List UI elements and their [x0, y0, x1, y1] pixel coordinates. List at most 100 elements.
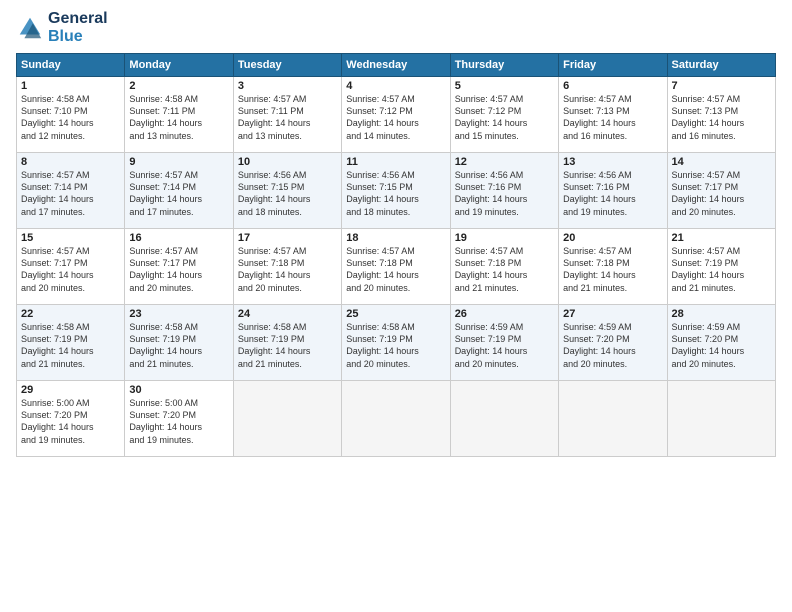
- daylight-label: Daylight: 14 hours: [455, 270, 528, 280]
- day-info: Sunrise: 4:58 AM Sunset: 7:19 PM Dayligh…: [21, 321, 120, 370]
- calendar-cell: 17 Sunrise: 4:57 AM Sunset: 7:18 PM Dayl…: [233, 229, 341, 305]
- day-info: Sunrise: 4:58 AM Sunset: 7:19 PM Dayligh…: [346, 321, 445, 370]
- sunset-label: Sunset: 7:20 PM: [563, 334, 630, 344]
- day-info: Sunrise: 4:57 AM Sunset: 7:14 PM Dayligh…: [21, 169, 120, 218]
- daylight-label: Daylight: 14 hours: [21, 422, 94, 432]
- calendar-cell: 10 Sunrise: 4:56 AM Sunset: 7:15 PM Dayl…: [233, 153, 341, 229]
- daylight-label: Daylight: 14 hours: [563, 194, 636, 204]
- daylight-minutes: and 15 minutes.: [455, 131, 519, 141]
- sunset-label: Sunset: 7:11 PM: [129, 106, 195, 116]
- col-thursday: Thursday: [450, 54, 558, 77]
- day-number: 21: [672, 232, 771, 244]
- daylight-minutes: and 20 minutes.: [129, 283, 193, 293]
- daylight-minutes: and 17 minutes.: [129, 207, 193, 217]
- daylight-minutes: and 20 minutes.: [21, 283, 85, 293]
- daylight-minutes: and 18 minutes.: [238, 207, 302, 217]
- calendar-cell: 14 Sunrise: 4:57 AM Sunset: 7:17 PM Dayl…: [667, 153, 775, 229]
- day-info: Sunrise: 4:57 AM Sunset: 7:17 PM Dayligh…: [129, 245, 228, 294]
- daylight-label: Daylight: 14 hours: [21, 346, 94, 356]
- sunset-label: Sunset: 7:10 PM: [21, 106, 88, 116]
- day-info: Sunrise: 4:58 AM Sunset: 7:10 PM Dayligh…: [21, 93, 120, 142]
- daylight-minutes: and 21 minutes.: [129, 359, 193, 369]
- daylight-minutes: and 18 minutes.: [346, 207, 410, 217]
- sunrise-label: Sunrise: 4:57 AM: [672, 246, 741, 256]
- sunset-label: Sunset: 7:16 PM: [563, 182, 630, 192]
- sunrise-label: Sunrise: 4:57 AM: [455, 94, 524, 104]
- daylight-label: Daylight: 14 hours: [346, 194, 419, 204]
- sunset-label: Sunset: 7:16 PM: [455, 182, 522, 192]
- day-info: Sunrise: 4:59 AM Sunset: 7:20 PM Dayligh…: [563, 321, 662, 370]
- day-info: Sunrise: 4:59 AM Sunset: 7:20 PM Dayligh…: [672, 321, 771, 370]
- sunrise-label: Sunrise: 4:56 AM: [346, 170, 415, 180]
- day-info: Sunrise: 5:00 AM Sunset: 7:20 PM Dayligh…: [21, 397, 120, 446]
- page: General Blue Sunday Monday Tuesday Wedne…: [0, 0, 792, 612]
- sunrise-label: Sunrise: 5:00 AM: [129, 398, 198, 408]
- day-info: Sunrise: 4:56 AM Sunset: 7:16 PM Dayligh…: [563, 169, 662, 218]
- week-row-3: 15 Sunrise: 4:57 AM Sunset: 7:17 PM Dayl…: [17, 229, 776, 305]
- sunset-label: Sunset: 7:18 PM: [346, 258, 413, 268]
- day-info: Sunrise: 4:56 AM Sunset: 7:15 PM Dayligh…: [346, 169, 445, 218]
- calendar-cell: 1 Sunrise: 4:58 AM Sunset: 7:10 PM Dayli…: [17, 77, 125, 153]
- week-row-4: 22 Sunrise: 4:58 AM Sunset: 7:19 PM Dayl…: [17, 305, 776, 381]
- sunrise-label: Sunrise: 4:58 AM: [129, 94, 198, 104]
- daylight-minutes: and 21 minutes.: [563, 283, 627, 293]
- sunset-label: Sunset: 7:13 PM: [672, 106, 739, 116]
- daylight-label: Daylight: 14 hours: [238, 118, 311, 128]
- col-friday: Friday: [559, 54, 667, 77]
- logo-text: General Blue: [48, 10, 108, 45]
- calendar-cell: 19 Sunrise: 4:57 AM Sunset: 7:18 PM Dayl…: [450, 229, 558, 305]
- sunset-label: Sunset: 7:14 PM: [129, 182, 196, 192]
- daylight-label: Daylight: 14 hours: [21, 194, 94, 204]
- day-number: 4: [346, 80, 445, 92]
- daylight-label: Daylight: 14 hours: [455, 118, 528, 128]
- daylight-minutes: and 19 minutes.: [455, 207, 519, 217]
- calendar-cell: 12 Sunrise: 4:56 AM Sunset: 7:16 PM Dayl…: [450, 153, 558, 229]
- day-info: Sunrise: 4:57 AM Sunset: 7:17 PM Dayligh…: [21, 245, 120, 294]
- sunset-label: Sunset: 7:14 PM: [21, 182, 88, 192]
- day-info: Sunrise: 4:58 AM Sunset: 7:19 PM Dayligh…: [129, 321, 228, 370]
- daylight-label: Daylight: 14 hours: [129, 118, 202, 128]
- sunrise-label: Sunrise: 4:58 AM: [21, 322, 90, 332]
- day-info: Sunrise: 4:56 AM Sunset: 7:16 PM Dayligh…: [455, 169, 554, 218]
- daylight-minutes: and 14 minutes.: [346, 131, 410, 141]
- day-number: 14: [672, 156, 771, 168]
- col-tuesday: Tuesday: [233, 54, 341, 77]
- calendar-cell: [559, 381, 667, 457]
- daylight-label: Daylight: 14 hours: [129, 422, 202, 432]
- daylight-label: Daylight: 14 hours: [346, 346, 419, 356]
- day-info: Sunrise: 4:59 AM Sunset: 7:19 PM Dayligh…: [455, 321, 554, 370]
- daylight-label: Daylight: 14 hours: [129, 346, 202, 356]
- calendar-cell: 2 Sunrise: 4:58 AM Sunset: 7:11 PM Dayli…: [125, 77, 233, 153]
- calendar-cell: 25 Sunrise: 4:58 AM Sunset: 7:19 PM Dayl…: [342, 305, 450, 381]
- sunset-label: Sunset: 7:12 PM: [455, 106, 522, 116]
- col-wednesday: Wednesday: [342, 54, 450, 77]
- sunset-label: Sunset: 7:19 PM: [672, 258, 739, 268]
- calendar-cell: 28 Sunrise: 4:59 AM Sunset: 7:20 PM Dayl…: [667, 305, 775, 381]
- daylight-minutes: and 21 minutes.: [455, 283, 519, 293]
- sunset-label: Sunset: 7:20 PM: [21, 410, 88, 420]
- sunrise-label: Sunrise: 4:57 AM: [563, 246, 632, 256]
- sunset-label: Sunset: 7:19 PM: [455, 334, 522, 344]
- day-info: Sunrise: 4:57 AM Sunset: 7:18 PM Dayligh…: [563, 245, 662, 294]
- sunrise-label: Sunrise: 4:59 AM: [563, 322, 632, 332]
- daylight-minutes: and 19 minutes.: [129, 435, 193, 445]
- calendar-cell: 3 Sunrise: 4:57 AM Sunset: 7:11 PM Dayli…: [233, 77, 341, 153]
- day-number: 8: [21, 156, 120, 168]
- day-info: Sunrise: 4:57 AM Sunset: 7:14 PM Dayligh…: [129, 169, 228, 218]
- day-info: Sunrise: 4:57 AM Sunset: 7:13 PM Dayligh…: [563, 93, 662, 142]
- daylight-label: Daylight: 14 hours: [21, 270, 94, 280]
- sunset-label: Sunset: 7:17 PM: [672, 182, 739, 192]
- sunrise-label: Sunrise: 4:57 AM: [21, 170, 90, 180]
- day-number: 25: [346, 308, 445, 320]
- day-number: 26: [455, 308, 554, 320]
- day-info: Sunrise: 4:57 AM Sunset: 7:19 PM Dayligh…: [672, 245, 771, 294]
- calendar-cell: 7 Sunrise: 4:57 AM Sunset: 7:13 PM Dayli…: [667, 77, 775, 153]
- day-number: 9: [129, 156, 228, 168]
- day-number: 12: [455, 156, 554, 168]
- sunset-label: Sunset: 7:18 PM: [563, 258, 630, 268]
- calendar-cell: 20 Sunrise: 4:57 AM Sunset: 7:18 PM Dayl…: [559, 229, 667, 305]
- sunset-label: Sunset: 7:20 PM: [672, 334, 739, 344]
- calendar-cell: 22 Sunrise: 4:58 AM Sunset: 7:19 PM Dayl…: [17, 305, 125, 381]
- daylight-label: Daylight: 14 hours: [21, 118, 94, 128]
- daylight-minutes: and 16 minutes.: [563, 131, 627, 141]
